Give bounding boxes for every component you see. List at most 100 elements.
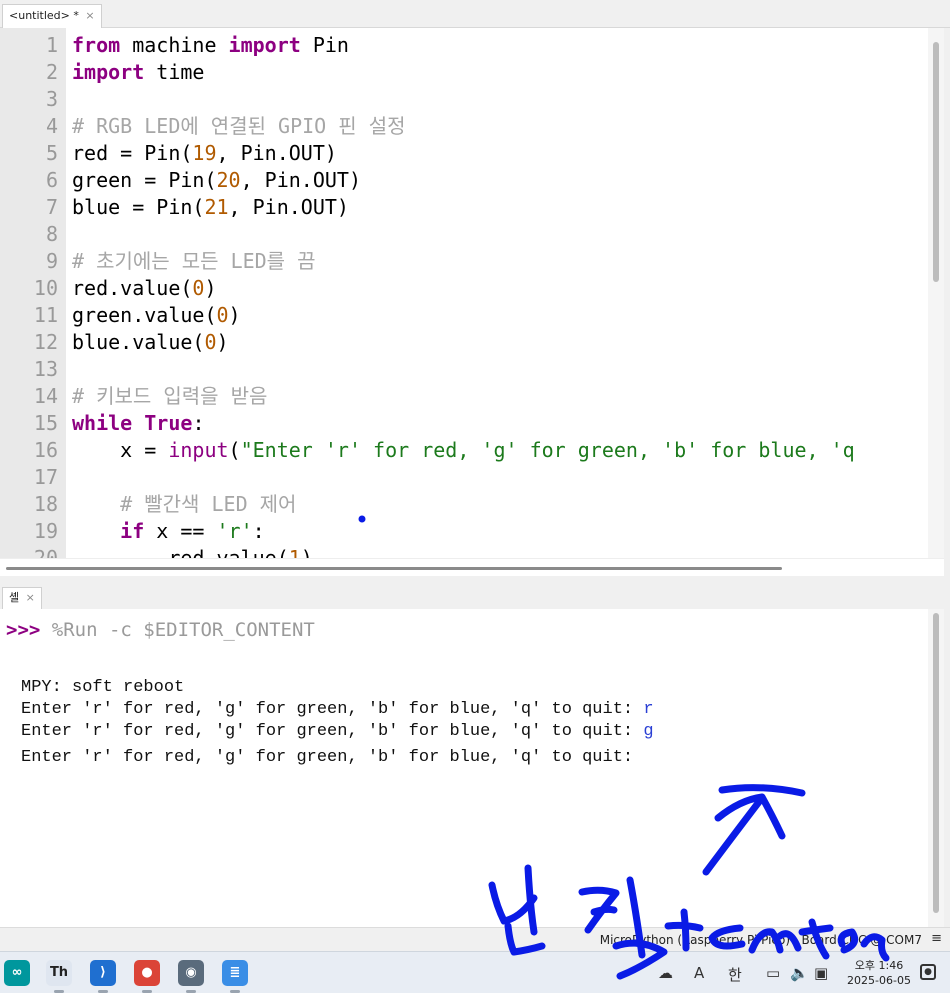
scrollbar-thumb[interactable] — [933, 42, 939, 282]
editor-tabbar: <untitled> * × — [0, 0, 950, 28]
status-bar: MicroPython (Raspberry Pi Pico) · Board … — [0, 927, 950, 951]
shell-output-line: Enter 'r' for red, 'g' for green, 'b' fo… — [21, 722, 654, 741]
editor-tab-title: <untitled> — [9, 9, 70, 22]
scrollbar-thumb[interactable] — [933, 613, 939, 913]
code-token: 0 — [216, 303, 229, 327]
code-line: from machine import Pin — [72, 32, 932, 59]
code-token: , Pin.OUT) — [216, 141, 337, 165]
code-token: # 초기에는 모든 LED를 끔 — [72, 249, 316, 273]
code-token: ( — [228, 438, 241, 462]
close-icon[interactable]: × — [26, 591, 35, 604]
shell-tab-title: 셸 — [9, 591, 20, 604]
code-token: 20 — [216, 168, 241, 192]
line-number: 9 — [45, 249, 58, 273]
line-number: 13 — [33, 357, 58, 381]
menu-icon[interactable]: ≡ — [931, 931, 942, 946]
close-icon[interactable]: × — [85, 9, 94, 22]
ime-a-icon[interactable]: A — [694, 964, 704, 982]
code-token: blue.value( — [72, 330, 205, 354]
code-token: green = Pin( — [72, 168, 217, 192]
code-line: # 빨간색 LED 제어 — [72, 491, 932, 518]
code-token: red.value( — [72, 276, 193, 300]
code-token: red = Pin( — [72, 141, 193, 165]
line-number: 14 — [33, 384, 58, 408]
clock-date: 2025-06-05 — [847, 974, 911, 987]
code-token: red.value( — [72, 546, 289, 558]
code-token: ) — [216, 330, 229, 354]
arduino-icon[interactable]: ∞ — [4, 960, 30, 986]
shell-tab[interactable]: 셸 × — [2, 587, 42, 609]
code-token: # 키보드 입력을 받음 — [72, 384, 268, 408]
shell-output-line: Enter 'r' for red, 'g' for green, 'b' fo… — [21, 748, 634, 767]
ime-korean-icon[interactable]: 한 — [728, 964, 742, 985]
scrollbar-thumb[interactable] — [6, 567, 782, 570]
line-number: 17 — [33, 465, 58, 489]
shell-console[interactable]: >>> %Run -c $EDITOR_CONTENT MPY: soft re… — [0, 609, 944, 927]
editor-tab-untitled[interactable]: <untitled> * × — [2, 4, 102, 28]
clock-time: 오후 1:46 — [854, 959, 904, 972]
code-line: if x == 'r': — [72, 518, 932, 545]
code-token: while — [72, 411, 133, 435]
line-number: 20 — [33, 546, 58, 558]
code-token: , Pin.OUT) — [228, 195, 349, 219]
thonny-icon[interactable]: Th — [46, 960, 72, 986]
code-token: True — [144, 411, 193, 435]
chrome-icon[interactable]: ● — [134, 960, 160, 986]
line-number: 7 — [45, 195, 58, 219]
notification-icon[interactable]: ● — [920, 964, 936, 980]
shell-output-line: Enter 'r' for red, 'g' for green, 'b' fo… — [21, 700, 654, 719]
code-area[interactable]: from machine import Pin import time # RGB … — [72, 32, 932, 558]
code-token: 1 — [288, 546, 301, 558]
volume-icon[interactable]: 🔈 — [790, 964, 809, 982]
vscode-icon[interactable]: ⟩ — [90, 960, 116, 986]
interpreter-selector[interactable]: MicroPython (Raspberry Pi Pico) · Board … — [600, 933, 922, 947]
shell-vertical-scrollbar[interactable] — [928, 609, 944, 927]
line-number: 6 — [45, 168, 58, 192]
line-number: 4 — [45, 114, 58, 138]
code-line: blue = Pin(21, Pin.OUT) — [72, 194, 932, 221]
code-token: import — [228, 33, 301, 57]
code-line: red.value(1) — [72, 545, 932, 558]
line-number: 11 — [33, 303, 58, 327]
battery-icon[interactable]: ▣ — [814, 964, 828, 982]
code-line: # RGB LED에 연결된 GPIO 핀 설정 — [72, 113, 932, 140]
windows-taskbar: ∞ Th ⟩ ● ◉ ≣ ☁ A 한 ▭ 🔈 ▣ 오후 1:46 2025-06-05 ● — [0, 951, 950, 993]
line-number: 16 — [33, 438, 58, 462]
notepad-icon[interactable]: ≣ — [222, 960, 248, 986]
cloud-icon[interactable]: ☁ — [658, 964, 673, 982]
line-number: 10 — [33, 276, 58, 300]
line-number: 5 — [45, 141, 58, 165]
line-number: 8 — [45, 222, 58, 246]
user-input: g — [643, 722, 654, 741]
code-token: ) — [300, 546, 313, 558]
clock[interactable]: 오후 1:46 2025-06-05 — [846, 958, 912, 988]
code-token: # RGB LED에 연결된 GPIO 핀 설정 — [72, 114, 406, 138]
code-editor[interactable]: 1 2 3 4 5 6 7 8 9 10 11 12 13 14 15 16 17 18 19 20 from mac… — [0, 28, 944, 558]
user-input: r — [643, 700, 654, 719]
code-token: ) — [204, 276, 217, 300]
camera-icon[interactable]: ◉ — [178, 960, 204, 986]
line-number: 18 — [33, 492, 58, 516]
code-token: blue = Pin( — [72, 195, 205, 219]
code-line: x = input("Enter 'r' for red, 'g' for gr… — [72, 437, 932, 464]
code-line: red = Pin(19, Pin.OUT) — [72, 140, 932, 167]
line-number-gutter: 1 2 3 4 5 6 7 8 9 10 11 12 13 14 15 16 17 18 19 20 — [0, 28, 66, 558]
code-token: : — [252, 519, 265, 543]
editor-vertical-scrollbar[interactable] — [928, 28, 944, 558]
code-token: "Enter 'r' for red, 'g' for green, 'b' f… — [240, 438, 855, 462]
editor-horizontal-scrollbar[interactable] — [0, 558, 944, 576]
code-token: time — [144, 60, 205, 84]
shell-tabbar: 셸 × — [0, 585, 950, 609]
code-token: x = — [72, 438, 169, 462]
network-icon[interactable]: ▭ — [766, 964, 780, 982]
code-token: from — [72, 33, 121, 57]
modified-indicator: * — [73, 9, 79, 22]
code-line: # 키보드 입력을 받음 — [72, 383, 932, 410]
code-token: import — [72, 60, 145, 84]
shell-output-line: MPY: soft reboot — [21, 678, 185, 697]
